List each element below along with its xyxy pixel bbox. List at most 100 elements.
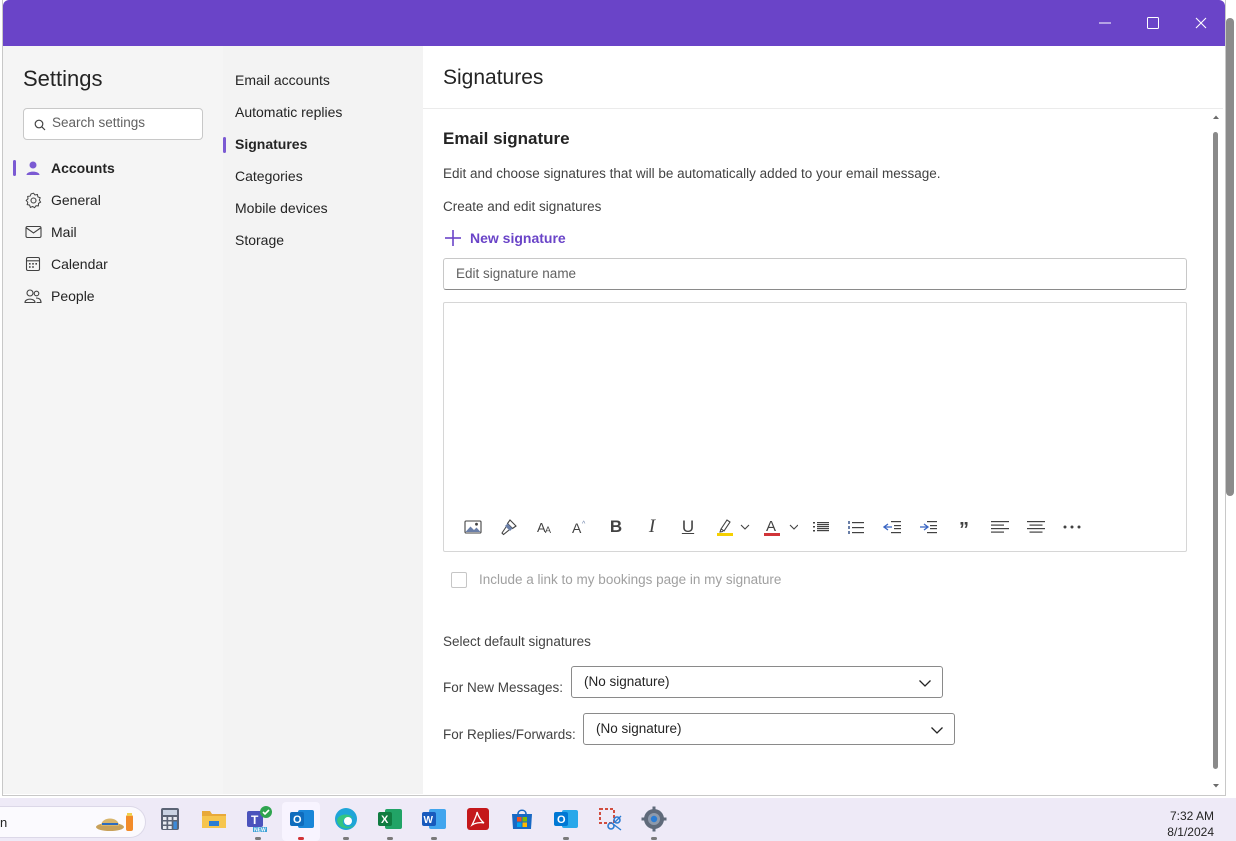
font-color-icon[interactable]: A (760, 516, 800, 538)
edge-icon[interactable] (332, 805, 360, 833)
svg-text:A: A (572, 520, 582, 535)
scroll-up-icon (1213, 115, 1219, 119)
content-scrollbar[interactable] (1211, 112, 1223, 794)
superscript-icon[interactable]: A ^ (569, 516, 591, 538)
decrease-indent-icon[interactable] (881, 516, 903, 538)
signature-name-field[interactable] (443, 258, 1187, 290)
font-size-icon[interactable]: AA (534, 516, 556, 538)
sidebar-item-general[interactable]: General (23, 188, 101, 212)
quote-icon[interactable]: ” (953, 516, 975, 541)
person-icon (23, 158, 43, 178)
store-icon[interactable] (508, 805, 536, 833)
search-input[interactable] (52, 115, 197, 130)
subnav-item-email-accounts[interactable]: Email accounts (235, 72, 330, 88)
running-indicator (255, 837, 261, 840)
replies-label: For Replies/Forwards: (443, 727, 576, 742)
bookings-label: Include a link to my bookings page in my… (479, 572, 782, 587)
bold-icon[interactable]: B (605, 516, 627, 538)
bookings-checkbox[interactable] (451, 572, 467, 588)
header-divider (423, 108, 1223, 109)
subnav-active-indicator (223, 137, 226, 153)
settings-icon[interactable] (640, 805, 668, 833)
running-indicator (651, 837, 657, 840)
signature-editor[interactable] (443, 302, 1187, 552)
increase-indent-icon[interactable] (917, 516, 939, 538)
taskbar-search[interactable]: n (0, 806, 146, 838)
scrollbar-thumb[interactable] (1213, 132, 1218, 769)
sidebar-item-accounts[interactable]: Accounts (23, 156, 115, 180)
sidebar-item-people[interactable]: People (23, 284, 95, 308)
svg-text:O: O (293, 814, 302, 826)
taskbar-clock[interactable]: 7:32 AM 8/1/2024 (1167, 808, 1214, 840)
highlight-icon[interactable] (713, 516, 753, 538)
sidebar-item-label: Accounts (51, 160, 115, 176)
active-app-indicator (298, 837, 304, 840)
align-left-icon[interactable] (989, 516, 1011, 538)
running-indicator (387, 837, 393, 840)
search-icon (34, 119, 46, 131)
new-messages-value: (No signature) (584, 674, 670, 689)
gear-icon (23, 190, 43, 210)
sidebar-item-label: People (51, 288, 95, 304)
replies-dropdown[interactable]: (No signature) (583, 713, 955, 745)
close-icon (1195, 17, 1207, 29)
snipping-tool-icon[interactable] (596, 805, 624, 833)
settings-title: Settings (23, 66, 103, 91)
file-explorer-icon[interactable] (200, 805, 228, 833)
minimize-icon (1099, 22, 1111, 24)
outlook-new-icon[interactable]: O (288, 805, 316, 833)
insert-image-icon[interactable] (462, 516, 484, 538)
search-box[interactable] (23, 108, 203, 140)
format-painter-icon[interactable] (498, 516, 520, 538)
excel-icon[interactable]: X (376, 805, 404, 833)
sidebar-item-label: Calendar (51, 256, 108, 272)
background-scrollbar-thumb[interactable] (1226, 18, 1234, 496)
more-options-icon[interactable] (1061, 516, 1083, 538)
chevron-down-icon (919, 680, 931, 687)
outlook-icon[interactable]: O (552, 805, 580, 833)
sidebar-item-calendar[interactable]: Calendar (23, 252, 108, 276)
defaults-title: Select default signatures (443, 634, 591, 649)
running-indicator (343, 837, 349, 840)
page-title: Signatures (443, 66, 544, 89)
bullets-icon[interactable] (810, 516, 832, 538)
svg-text:^: ^ (582, 521, 586, 528)
svg-text:A: A (766, 518, 776, 535)
running-indicator (563, 837, 569, 840)
subnav-item-mobile-devices[interactable]: Mobile devices (235, 200, 328, 216)
svg-text:T: T (251, 813, 259, 827)
sidebar-item-mail[interactable]: Mail (23, 220, 77, 244)
subnav-item-storage[interactable]: Storage (235, 232, 284, 248)
word-icon[interactable]: W (420, 805, 448, 833)
people-icon (23, 286, 43, 306)
acrobat-icon[interactable] (464, 805, 492, 833)
calculator-icon[interactable] (156, 805, 184, 833)
scroll-down-icon (1213, 784, 1219, 788)
sidebar-item-label: General (51, 192, 101, 208)
clock-date: 8/1/2024 (1167, 825, 1214, 839)
underline-icon[interactable]: U (677, 516, 699, 538)
align-center-icon[interactable] (1025, 516, 1047, 538)
section-description: Edit and choose signatures that will be … (443, 166, 941, 181)
signature-name-input[interactable] (456, 266, 1156, 281)
settings-subnav (223, 46, 423, 794)
subnav-item-categories[interactable]: Categories (235, 168, 303, 184)
svg-text:A: A (545, 525, 551, 535)
sidebar-item-label: Mail (51, 224, 77, 240)
clock-time: 7:32 AM (1169, 809, 1214, 823)
minimize-button[interactable] (1082, 0, 1128, 46)
new-signature-button[interactable]: New signature (443, 227, 566, 249)
new-signature-label: New signature (470, 230, 566, 246)
subnav-item-signatures[interactable]: Signatures (235, 136, 307, 152)
plus-icon (445, 230, 461, 246)
close-button[interactable] (1178, 0, 1224, 46)
svg-text:X: X (381, 814, 389, 826)
italic-icon[interactable]: I (641, 516, 663, 538)
calendar-icon (23, 254, 43, 274)
new-messages-dropdown[interactable]: (No signature) (571, 666, 943, 698)
section-title: Email signature (443, 129, 570, 148)
subnav-item-automatic-replies[interactable]: Automatic replies (235, 104, 342, 120)
numbering-icon[interactable] (845, 516, 867, 538)
maximize-button[interactable] (1130, 0, 1176, 46)
teams-icon[interactable]: T NEW (244, 805, 272, 833)
